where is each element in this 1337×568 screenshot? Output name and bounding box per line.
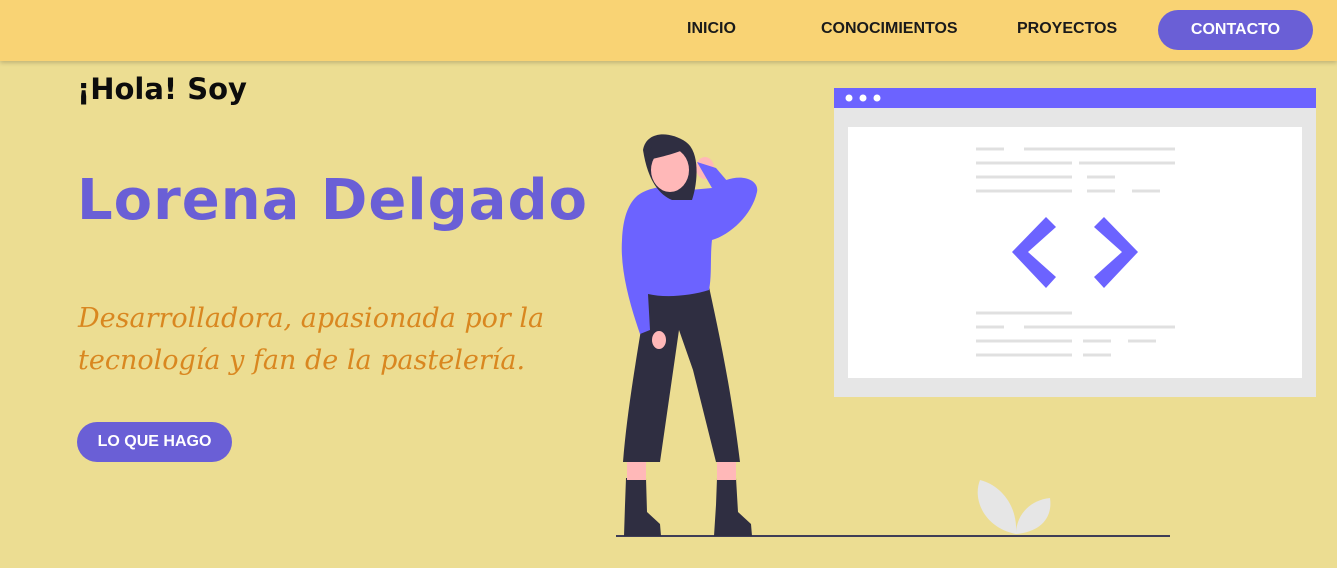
- contact-button[interactable]: CONTACTO: [1158, 10, 1313, 50]
- header-nav: INICIO CONOCIMIENTOS PROYECTOS CONTACTO: [0, 0, 1337, 61]
- page: INICIO CONOCIMIENTOS PROYECTOS CONTACTO …: [0, 0, 1337, 568]
- browser-window-icon: [834, 88, 1316, 397]
- hero-illustration: [616, 88, 1316, 537]
- nav-proyectos[interactable]: PROYECTOS: [1017, 20, 1117, 38]
- leaf-plant-icon: [977, 480, 1051, 534]
- nav-conocimientos[interactable]: CONOCIMIENTOS: [821, 20, 958, 38]
- woman-figure-icon: [621, 134, 758, 536]
- nav-inicio[interactable]: INICIO: [687, 20, 736, 38]
